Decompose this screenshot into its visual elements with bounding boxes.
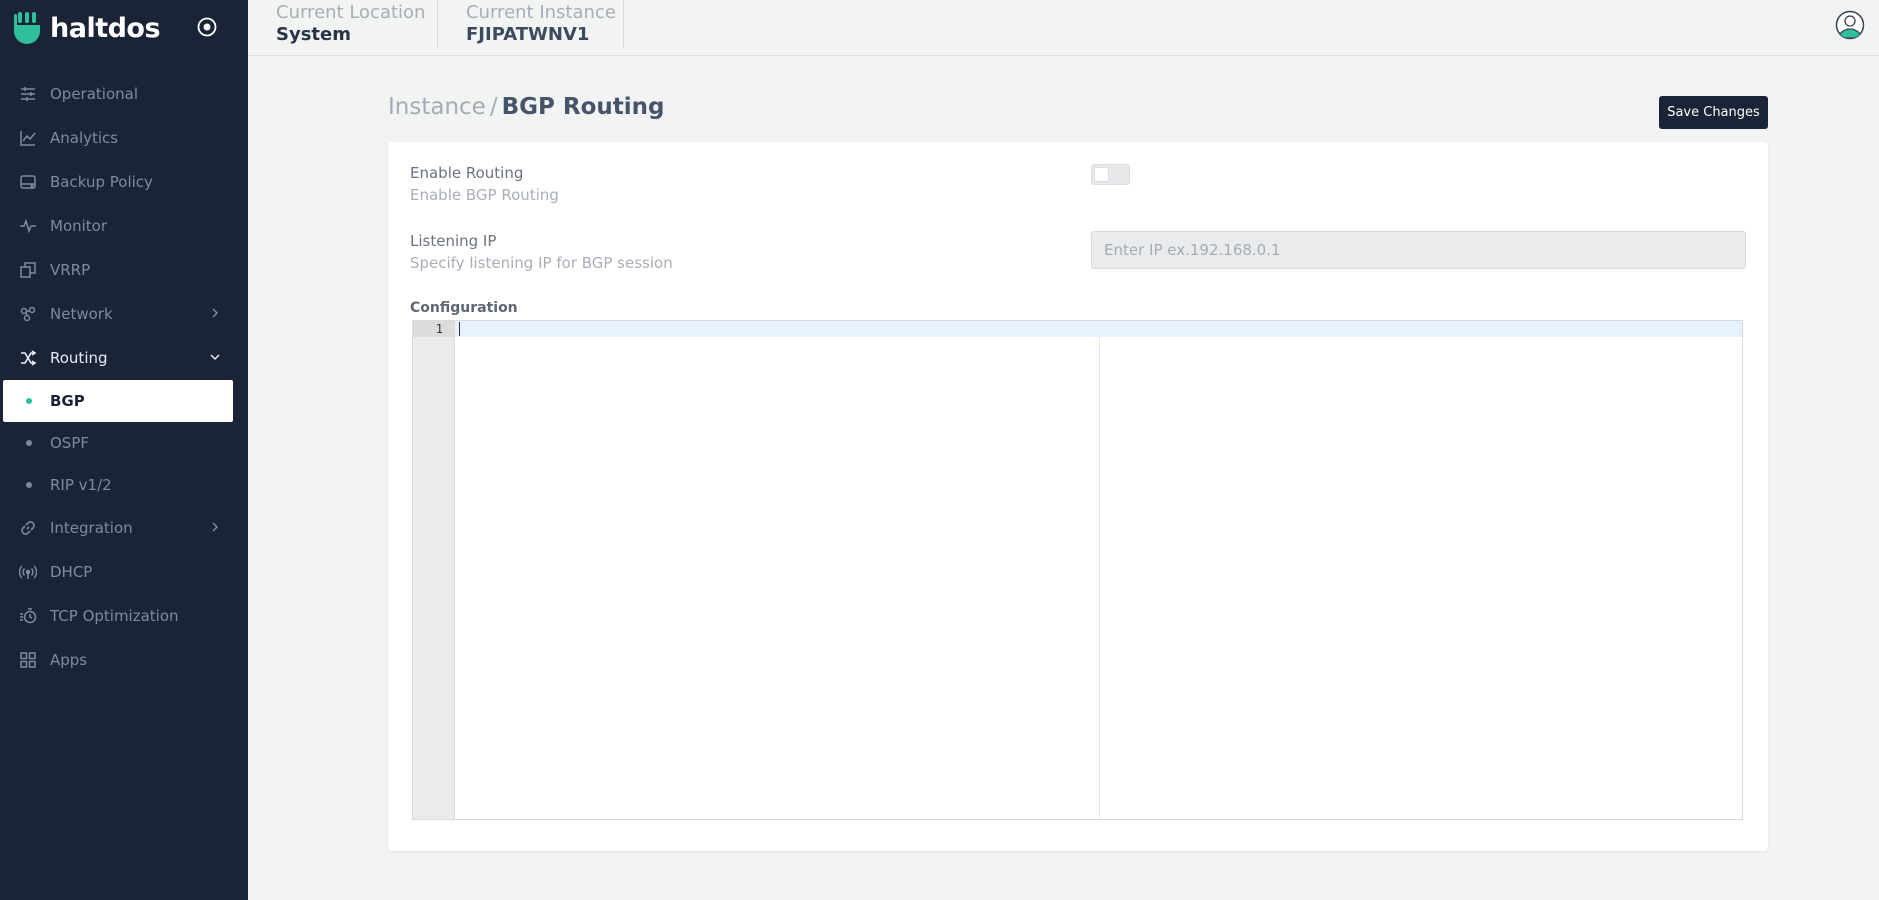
sidebar-item-analytics[interactable]: Analytics: [0, 116, 248, 160]
sidebar-subitem-label: BGP: [50, 392, 85, 410]
listening-ip-help: Specify listening IP for BGP session: [410, 254, 673, 272]
current-instance-label: Current Instance: [466, 2, 616, 23]
timer-icon: [18, 606, 38, 626]
bullet-dot: [26, 440, 32, 446]
sidebar-item-label: Integration: [50, 519, 133, 537]
sidebar-item-network[interactable]: Network: [0, 292, 248, 336]
bgp-settings-card: Enable Routing Enable BGP Routing Listen…: [388, 142, 1768, 851]
haltdos-logo-icon: [14, 12, 40, 44]
page-title: BGP Routing: [501, 94, 665, 120]
chevron-right-icon: [212, 308, 219, 318]
current-instance[interactable]: Current Instance FJIPATWNV1: [438, 0, 624, 48]
copy-icon: [18, 260, 38, 280]
save-changes-button[interactable]: Save Changes: [1659, 96, 1768, 129]
sidebar-subitem-label: RIP v1/2: [50, 476, 112, 494]
user-avatar-icon[interactable]: [1835, 10, 1865, 40]
sidebar-item-backup-policy[interactable]: Backup Policy: [0, 160, 248, 204]
editor-active-line: [455, 321, 1742, 337]
network-icon: [18, 304, 38, 324]
breadcrumb-parent[interactable]: Instance: [388, 94, 486, 120]
sidebar-item-label: VRRP: [50, 261, 91, 279]
sidebar-item-label: Analytics: [50, 129, 119, 147]
sidebar-nav: Operational Analytics Backup Policy Moni…: [0, 72, 248, 682]
broadcast-icon: [18, 562, 38, 582]
sidebar-item-integration[interactable]: Integration: [0, 506, 248, 550]
listening-ip-label: Listening IP: [410, 232, 497, 250]
pulse-icon: [18, 216, 38, 236]
sidebar-item-label: Monitor: [50, 217, 108, 235]
breadcrumb: Instance / BGP Routing: [388, 94, 664, 120]
brand[interactable]: haltdos: [14, 8, 161, 48]
breadcrumb-separator: /: [489, 94, 498, 120]
enable-routing-help: Enable BGP Routing: [410, 186, 559, 204]
top-bar: Current Location System Current Instance…: [248, 0, 1879, 56]
sidebar-item-label: TCP Optimization: [50, 607, 179, 625]
current-location-value: System: [276, 24, 351, 45]
enable-routing-toggle[interactable]: [1091, 164, 1130, 185]
hard-drive-icon: [18, 172, 38, 192]
editor-line-number: 1: [413, 321, 455, 337]
sidebar-item-operational[interactable]: Operational: [0, 72, 248, 116]
sidebar-item-monitor[interactable]: Monitor: [0, 204, 248, 248]
sidebar: haltdos Operational Analytics Backup Pol…: [0, 0, 248, 900]
sidebar-item-apps[interactable]: Apps: [0, 638, 248, 682]
editor-cursor: [459, 322, 460, 336]
editor-gutter: [413, 321, 455, 819]
grid-icon: [18, 650, 38, 670]
sidebar-subitem-label: OSPF: [50, 434, 90, 452]
editor-print-margin: [1099, 337, 1100, 819]
sidebar-item-label: Apps: [50, 651, 88, 669]
sidebar-item-label: Operational: [50, 85, 139, 103]
configuration-label: Configuration: [410, 300, 518, 316]
sidebar-subitem-ospf[interactable]: OSPF: [0, 422, 248, 464]
sliders-icon: [18, 84, 38, 104]
listening-ip-input[interactable]: [1091, 231, 1746, 269]
bullet-dot: [26, 482, 32, 488]
current-location-label: Current Location: [276, 2, 426, 23]
toggle-knob: [1095, 168, 1108, 181]
sidebar-item-label: Routing: [50, 349, 108, 367]
sidebar-item-label: Backup Policy: [50, 173, 153, 191]
target-icon[interactable]: [196, 16, 218, 38]
sidebar-item-dhcp[interactable]: DHCP: [0, 550, 248, 594]
brand-name: haltdos: [50, 12, 161, 44]
chart-line-icon: [18, 128, 38, 148]
enable-routing-label: Enable Routing: [410, 164, 524, 182]
chevron-right-icon: [212, 522, 219, 532]
sidebar-item-vrrp[interactable]: VRRP: [0, 248, 248, 292]
configuration-editor[interactable]: 1: [412, 320, 1743, 820]
sidebar-subitem-rip[interactable]: RIP v1/2: [0, 464, 248, 506]
bullet-dot: [26, 398, 32, 404]
chevron-down-icon: [210, 354, 220, 361]
sidebar-item-routing[interactable]: Routing: [0, 336, 248, 380]
sidebar-subitem-bgp[interactable]: BGP: [3, 380, 233, 422]
sidebar-item-tcp-optimization[interactable]: TCP Optimization: [0, 594, 248, 638]
shuffle-icon: [18, 348, 38, 368]
current-instance-value: FJIPATWNV1: [466, 24, 590, 45]
link-icon: [18, 518, 38, 538]
sidebar-item-label: Network: [50, 305, 113, 323]
current-location[interactable]: Current Location System: [248, 0, 438, 48]
sidebar-item-label: DHCP: [50, 563, 93, 581]
